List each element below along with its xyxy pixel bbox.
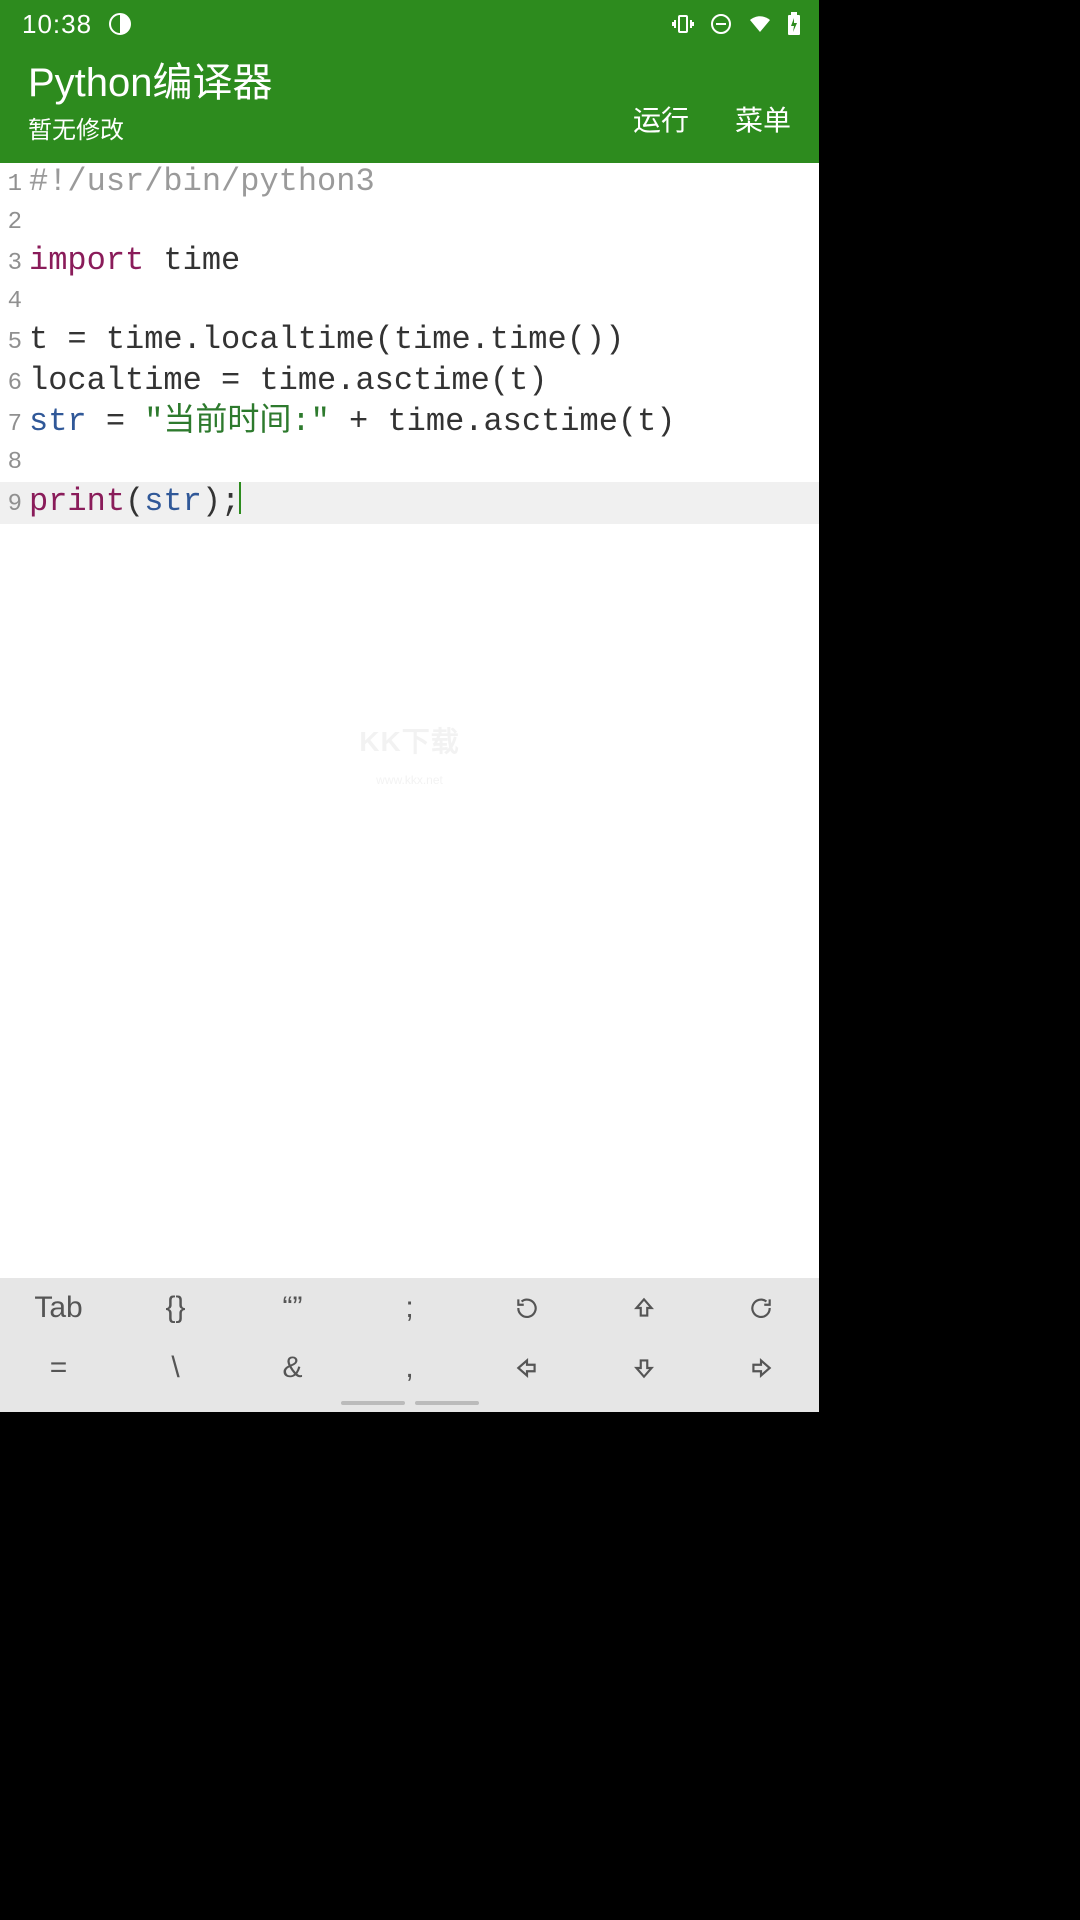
do-not-disturb-icon xyxy=(709,12,733,36)
line-number: 7 xyxy=(0,406,28,444)
code-editor[interactable]: KK下载 www.kkx.net 1#!/usr/bin/python323im… xyxy=(0,163,819,1278)
line-number: 1 xyxy=(0,166,28,204)
key-comma[interactable]: , xyxy=(351,1338,468,1398)
app-title-block: Python编译器 暂无修改 xyxy=(28,60,633,145)
line-number: 2 xyxy=(0,204,28,242)
key-backslash[interactable]: \ xyxy=(117,1338,234,1398)
line-number: 3 xyxy=(0,245,28,283)
code-content[interactable]: #!/usr/bin/python3 xyxy=(28,163,375,201)
key-semicolon[interactable]: ; xyxy=(351,1278,468,1338)
code-line[interactable]: 6localtime = time.asctime(t) xyxy=(0,362,819,403)
code-line[interactable]: 8 xyxy=(0,444,819,482)
symbol-keyboard: Tab{}“”; =\&, xyxy=(0,1278,819,1412)
key-equals[interactable]: = xyxy=(0,1338,117,1398)
key-up[interactable] xyxy=(585,1278,702,1338)
code-line[interactable]: 7str = "当前时间:" + time.asctime(t) xyxy=(0,403,819,444)
code-line[interactable]: 5t = time.localtime(time.time()) xyxy=(0,321,819,362)
code-content[interactable]: print(str); xyxy=(28,482,241,521)
key-braces[interactable]: {} xyxy=(117,1278,234,1338)
key-undo[interactable] xyxy=(468,1278,585,1338)
line-number: 6 xyxy=(0,365,28,403)
code-content[interactable]: localtime = time.asctime(t) xyxy=(28,362,547,400)
status-bar: 10:38 xyxy=(0,0,819,48)
line-number: 4 xyxy=(0,283,28,321)
wifi-icon xyxy=(747,12,773,36)
key-left[interactable] xyxy=(468,1338,585,1398)
home-indicator xyxy=(0,1398,819,1412)
run-button[interactable]: 运行 xyxy=(633,99,689,139)
key-ampersand[interactable]: & xyxy=(234,1338,351,1398)
key-down[interactable] xyxy=(585,1338,702,1398)
key-quotes[interactable]: “” xyxy=(234,1278,351,1338)
key-redo[interactable] xyxy=(702,1278,819,1338)
code-line[interactable]: 2 xyxy=(0,204,819,242)
screen: 10:38 Python编译器 暂无修改 运行 菜单 KK下载 www.kkx.… xyxy=(0,0,819,1422)
app-header: Python编译器 暂无修改 运行 菜单 xyxy=(0,48,819,163)
app-title: Python编译器 xyxy=(28,60,633,106)
text-cursor xyxy=(239,482,241,514)
line-number: 9 xyxy=(0,486,28,524)
line-number: 8 xyxy=(0,444,28,482)
nav-bar xyxy=(0,1412,819,1422)
watermark: KK下载 www.kkx.net xyxy=(0,723,819,799)
code-line[interactable]: 1#!/usr/bin/python3 xyxy=(0,163,819,204)
menu-button[interactable]: 菜单 xyxy=(735,99,791,139)
code-content[interactable]: import time xyxy=(28,242,240,280)
battery-charging-icon xyxy=(787,12,801,36)
status-time: 10:38 xyxy=(22,9,92,40)
code-content[interactable]: str = "当前时间:" + time.asctime(t) xyxy=(28,403,676,441)
code-line[interactable]: 4 xyxy=(0,283,819,321)
status-app-icon xyxy=(108,12,132,36)
vibrate-icon xyxy=(671,12,695,36)
code-line[interactable]: 9print(str); xyxy=(0,482,819,524)
line-number: 5 xyxy=(0,324,28,362)
code-content[interactable]: t = time.localtime(time.time()) xyxy=(28,321,624,359)
status-icons xyxy=(671,12,801,36)
key-right[interactable] xyxy=(702,1338,819,1398)
app-subtitle: 暂无修改 xyxy=(28,110,633,145)
code-line[interactable]: 3import time xyxy=(0,242,819,283)
key-tab[interactable]: Tab xyxy=(0,1278,117,1338)
